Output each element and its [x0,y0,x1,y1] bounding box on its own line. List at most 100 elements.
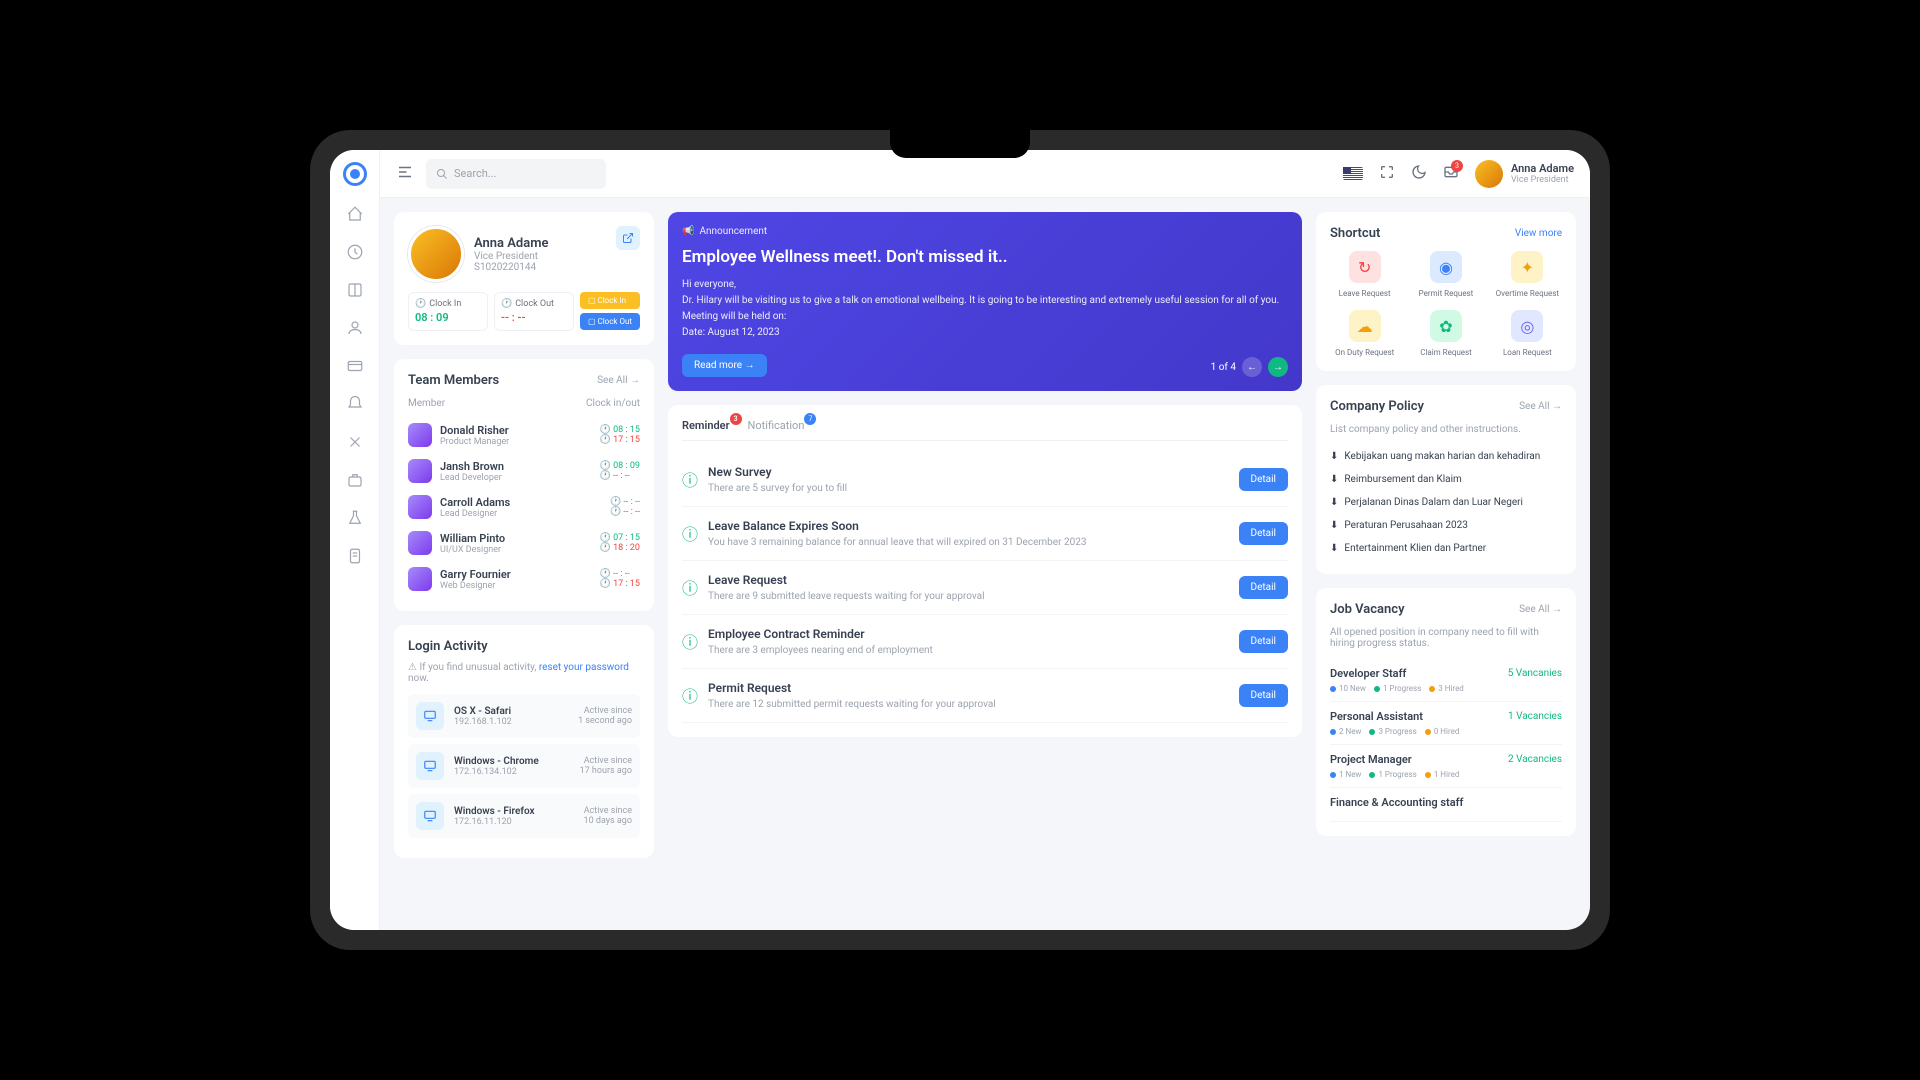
profile-card: Anna Adame Vice President S1020220144 [408,226,640,282]
detail-button[interactable]: Detail [1239,576,1288,599]
vacancy-item[interactable]: Personal Assistant1 Vacancies2 New3 Prog… [1330,702,1562,745]
user-menu[interactable]: Anna Adame Vice President [1475,160,1574,188]
policy-item[interactable]: ⬇ Perjalanan Dinas Dalam dan Luar Negeri [1330,491,1562,514]
member-row[interactable]: Carroll AdamsLead Designer🕐 -- : --🕐 -- … [408,489,640,525]
login-row[interactable]: OS X - Safari192.168.1.102Active since1 … [408,694,640,738]
clock-icon: 🕐 [501,299,512,309]
member-avatar [408,459,432,483]
vacancy-item[interactable]: Finance & Accounting staff [1330,788,1562,822]
profile-name: Anna Adame [474,236,549,251]
nav-doc[interactable] [345,546,365,566]
external-link-icon[interactable] [616,226,640,250]
detail-button[interactable]: Detail [1239,630,1288,653]
fullscreen-icon[interactable] [1379,164,1395,184]
member-avatar [408,423,432,447]
member-row[interactable]: Jansh BrownLead Developer🕐 08 : 09🕐 -- :… [408,453,640,489]
team-title: Team Members [408,373,499,388]
nav-bell[interactable] [345,394,365,414]
nav-card[interactable] [345,356,365,376]
shortcut-view-more[interactable]: View more [1515,228,1562,239]
policy-title: Company Policy [1330,399,1424,414]
clock-icon: 🕐 [415,299,426,309]
reminder-item: ⓘLeave Balance Expires SoonYou have 3 re… [682,507,1288,561]
clock-in-time: 08 : 09 [415,311,481,324]
carousel-next-button[interactable]: → [1268,357,1288,377]
policy-card: Company Policy See All → List company po… [1316,385,1576,574]
tab-reminder[interactable]: Reminder3 [682,419,730,440]
dark-mode-icon[interactable] [1411,164,1427,184]
shortcut-card: Shortcut View more ↻Leave Request ◉Permit… [1316,212,1576,371]
nav-briefcase[interactable] [345,470,365,490]
download-icon: ⬇ [1330,451,1338,462]
member-row[interactable]: Donald RisherProduct Manager🕐 08 : 15🕐 1… [408,417,640,453]
policy-see-all[interactable]: See All → [1519,401,1562,412]
shortcut-item[interactable]: ◎Loan Request [1493,310,1562,357]
clock-in-box: 🕐Clock In 08 : 09 [408,292,488,331]
shortcut-item[interactable]: ↻Leave Request [1330,251,1399,298]
shortcut-item[interactable]: ◉Permit Request [1411,251,1480,298]
member-avatar [408,495,432,519]
policy-item[interactable]: ⬇ Entertainment Klien dan Partner [1330,537,1562,560]
shortcut-item[interactable]: ☁On Duty Request [1330,310,1399,357]
shortcut-item[interactable]: ✿Claim Request [1411,310,1480,357]
login-row[interactable]: Windows - Firefox172.16.11.120Active sin… [408,794,640,838]
reminder-item: ⓘEmployee Contract ReminderThere are 3 e… [682,615,1288,669]
clock-out-button[interactable]: ▢Clock Out [580,313,640,330]
search-placeholder: Search... [454,167,497,180]
policy-item[interactable]: ⬇ Peraturan Perusahaan 2023 [1330,514,1562,537]
shortcut-title: Shortcut [1330,226,1380,241]
download-icon: ⬇ [1330,497,1338,508]
shortcut-item[interactable]: ✦Overtime Request [1493,251,1562,298]
member-row[interactable]: William PintoUI/UX Designer🕐 07 : 15🕐 18… [408,525,640,561]
nav-flask[interactable] [345,508,365,528]
user-name: Anna Adame [1511,162,1574,175]
shortcut-icon: ↻ [1349,251,1381,283]
user-role: Vice President [1511,175,1574,185]
info-icon: ⓘ [682,467,698,494]
info-icon: ⓘ [682,629,698,656]
reset-password-link[interactable]: reset your password [539,662,629,673]
download-icon: ⬇ [1330,520,1338,531]
search-icon [436,168,448,180]
announce-title: Employee Wellness meet!. Don't missed it… [682,247,1288,267]
clock-out-box: 🕐Clock Out -- : -- [494,292,574,331]
nav-home[interactable] [345,204,365,224]
vacancy-item[interactable]: Developer Staff5 Vancanies10 New1 Progre… [1330,659,1562,702]
inbox-icon[interactable]: 3 [1443,164,1459,184]
carousel-pager: 1 of 4 [1211,362,1236,373]
member-row[interactable]: Garry FournierWeb Designer🕐 -- : --🕐 17 … [408,561,640,597]
clock-in-button[interactable]: ▢Clock In [580,292,640,309]
profile-avatar [408,226,464,282]
detail-button[interactable]: Detail [1239,684,1288,707]
nav-user[interactable] [345,318,365,338]
reminder-item: ⓘPermit RequestThere are 12 submitted pe… [682,669,1288,723]
vacancy-item[interactable]: Project Manager2 Vacancies1 New1 Progres… [1330,745,1562,788]
menu-toggle-icon[interactable] [396,163,414,185]
monitor-icon [416,702,444,730]
policy-item[interactable]: ⬇ Kebijakan uang makan harian dan kehadi… [1330,445,1562,468]
login-activity-card: Login Activity ⚠ If you find unusual act… [394,625,654,858]
detail-button[interactable]: Detail [1239,522,1288,545]
team-see-all[interactable]: See All → [597,375,640,386]
carousel-prev-button[interactable]: ← [1242,357,1262,377]
login-row[interactable]: Windows - Chrome172.16.134.102Active sin… [408,744,640,788]
nav-dashboard[interactable] [345,242,365,262]
nav-book[interactable] [345,280,365,300]
login-title: Login Activity [408,639,640,654]
nav-tools[interactable] [345,432,365,452]
search-input[interactable]: Search... [426,159,606,189]
sidebar [330,150,380,930]
vacancy-see-all[interactable]: See All → [1519,604,1562,615]
reminder-badge: 3 [730,413,742,425]
detail-button[interactable]: Detail [1239,468,1288,491]
notification-badge: 7 [804,413,816,425]
policy-item[interactable]: ⬇ Reimbursement dan Klaim [1330,468,1562,491]
tab-notification[interactable]: Notification7 [748,419,805,440]
shortcut-icon: ✦ [1511,251,1543,283]
shortcut-icon: ☁ [1349,310,1381,342]
read-more-button[interactable]: Read more → [682,354,767,377]
reminder-item: ⓘNew SurveyThere are 5 survey for you to… [682,453,1288,507]
download-icon: ⬇ [1330,474,1338,485]
flag-icon[interactable] [1343,167,1363,180]
announcement-card: 📢Announcement Employee Wellness meet!. D… [668,212,1302,391]
